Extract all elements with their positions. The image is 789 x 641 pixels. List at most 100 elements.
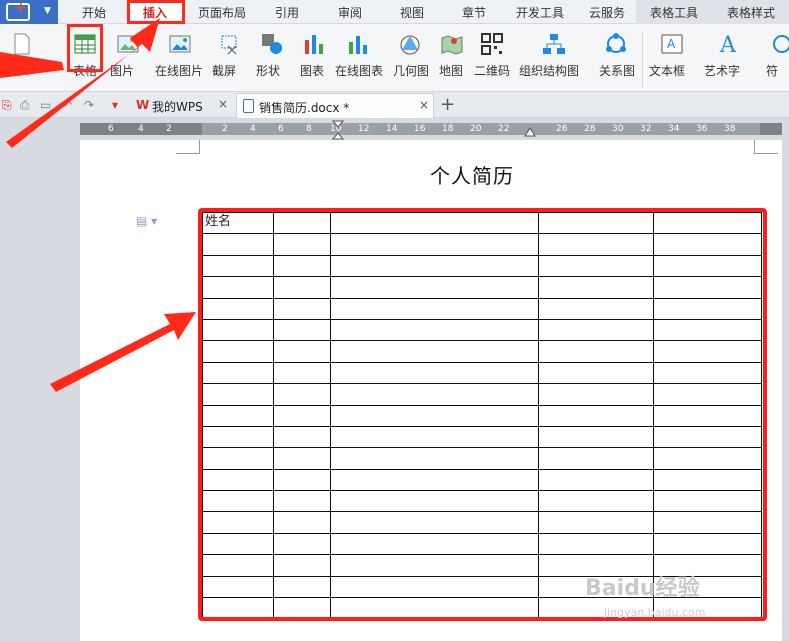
tab-references[interactable]: 引用 [275, 4, 299, 21]
ribbon-screenshot-button[interactable]: 截屏 [210, 24, 250, 92]
table-cell[interactable] [538, 297, 654, 320]
close-icon[interactable]: × [218, 97, 228, 111]
table-cell[interactable] [202, 468, 274, 492]
table-cell[interactable] [653, 276, 762, 299]
table-cell[interactable] [330, 297, 539, 320]
table-cell[interactable] [653, 404, 762, 427]
table-cell[interactable] [273, 575, 331, 599]
table-cell[interactable] [330, 597, 539, 620]
table-cell[interactable] [202, 554, 274, 577]
table-cell[interactable] [538, 361, 654, 385]
horizontal-ruler[interactable]: 6 4 2 2 4 6 8 10 12 14 16 18 20 22 26 28… [0, 118, 789, 140]
table-cell[interactable] [273, 490, 331, 513]
table-cell[interactable] [273, 276, 331, 299]
table-cell[interactable] [538, 318, 654, 342]
table-cell[interactable] [330, 468, 539, 492]
table-cell[interactable] [202, 597, 274, 620]
table-cell[interactable] [202, 404, 274, 427]
paragraph-layout-icon[interactable]: ▤ ▾ [136, 214, 157, 228]
table-cell[interactable] [653, 297, 762, 320]
table-cell[interactable] [538, 254, 654, 278]
tab-page-layout[interactable]: 页面布局 [198, 4, 246, 21]
table-cell[interactable] [538, 532, 654, 556]
close-icon[interactable]: × [419, 98, 429, 112]
table-cell[interactable] [202, 233, 274, 256]
tab-insert[interactable]: 插入 [143, 4, 167, 21]
ribbon-org-chart-button[interactable]: 组织结构图 [518, 24, 592, 92]
table-cell[interactable] [202, 318, 274, 342]
table-cell[interactable] [273, 532, 331, 556]
table-cell[interactable] [273, 554, 331, 577]
table-cell[interactable] [273, 404, 331, 427]
table-cell[interactable] [653, 425, 762, 449]
table-cell[interactable] [330, 233, 539, 256]
table-cell[interactable] [330, 404, 539, 427]
print-preview-icon[interactable]: ⎙ [20, 98, 30, 113]
resume-table[interactable]: 姓名 [202, 211, 762, 620]
table-cell[interactable] [330, 447, 539, 470]
table-cell[interactable] [538, 383, 654, 406]
table-cell[interactable] [653, 340, 762, 363]
table-cell[interactable] [273, 340, 331, 363]
table-cell[interactable] [202, 511, 274, 534]
tab-developer[interactable]: 开发工具 [516, 4, 564, 21]
table-cell[interactable] [330, 340, 539, 363]
table-cell[interactable] [330, 254, 539, 278]
table-cell[interactable] [202, 575, 274, 599]
document-title[interactable]: 个人简历 [430, 160, 514, 189]
ribbon-wordart-button[interactable]: A 艺术字 [702, 24, 754, 92]
ribbon-shapes-button[interactable]: 形状 [252, 24, 292, 92]
table-cell[interactable] [538, 468, 654, 492]
table-cell[interactable] [538, 511, 654, 534]
tab-view[interactable]: 视图 [400, 4, 424, 21]
table-cell[interactable] [330, 425, 539, 449]
table-cell[interactable] [653, 211, 762, 235]
table-cell[interactable] [202, 447, 274, 470]
table-cell[interactable] [273, 447, 331, 470]
table-cell[interactable] [273, 297, 331, 320]
ribbon-map-button[interactable]: 地图 [436, 24, 468, 92]
table-cell[interactable] [330, 554, 539, 577]
tab-document[interactable]: 销售简历.docx * × [236, 93, 434, 118]
table-cell[interactable] [538, 404, 654, 427]
indent-marker[interactable] [332, 120, 344, 140]
table-cell[interactable] [273, 597, 331, 620]
ribbon-qrcode-button[interactable]: 二维码 [472, 24, 512, 92]
table-cell[interactable] [273, 211, 331, 235]
table-cell[interactable] [538, 447, 654, 470]
table-cell[interactable] [202, 254, 274, 278]
table-cell[interactable] [202, 361, 274, 385]
table-cell[interactable] [273, 511, 331, 534]
table-cell[interactable] [330, 211, 539, 235]
quick-access-customize-icon[interactable]: ▾ [112, 98, 118, 112]
table-cell[interactable] [273, 254, 331, 278]
ribbon-online-picture-button[interactable]: 在线图片 [152, 24, 208, 92]
tab-home[interactable]: 开始 [82, 4, 106, 21]
table-cell[interactable] [653, 511, 762, 534]
table-cell[interactable] [330, 511, 539, 534]
table-cell[interactable] [653, 254, 762, 278]
new-tab-button[interactable]: + [440, 94, 455, 115]
tab-review[interactable]: 审阅 [338, 4, 362, 21]
table-cell[interactable] [330, 532, 539, 556]
ribbon-textbox-button[interactable]: A 文本框 [648, 24, 696, 92]
table-cell[interactable] [538, 340, 654, 363]
table-cell[interactable]: 姓名 [202, 211, 274, 235]
table-cell[interactable] [202, 425, 274, 449]
ribbon-geometry-button[interactable]: 几何图 [390, 24, 432, 92]
table-cell[interactable] [538, 425, 654, 449]
table-cell[interactable] [538, 211, 654, 235]
save-icon[interactable]: ▭ [40, 98, 51, 112]
undo-icon[interactable]: ↶ [62, 98, 72, 112]
table-cell[interactable] [538, 276, 654, 299]
table-cell[interactable] [653, 383, 762, 406]
tab-section[interactable]: 章节 [462, 4, 486, 21]
table-cell[interactable] [330, 383, 539, 406]
redo-icon[interactable]: ↷ [84, 98, 94, 112]
tab-stop-marker[interactable] [524, 127, 536, 137]
table-cell[interactable] [273, 233, 331, 256]
table-cell[interactable] [653, 361, 762, 385]
table-cell[interactable] [273, 318, 331, 342]
table-cell[interactable] [202, 276, 274, 299]
table-cell[interactable] [202, 340, 274, 363]
